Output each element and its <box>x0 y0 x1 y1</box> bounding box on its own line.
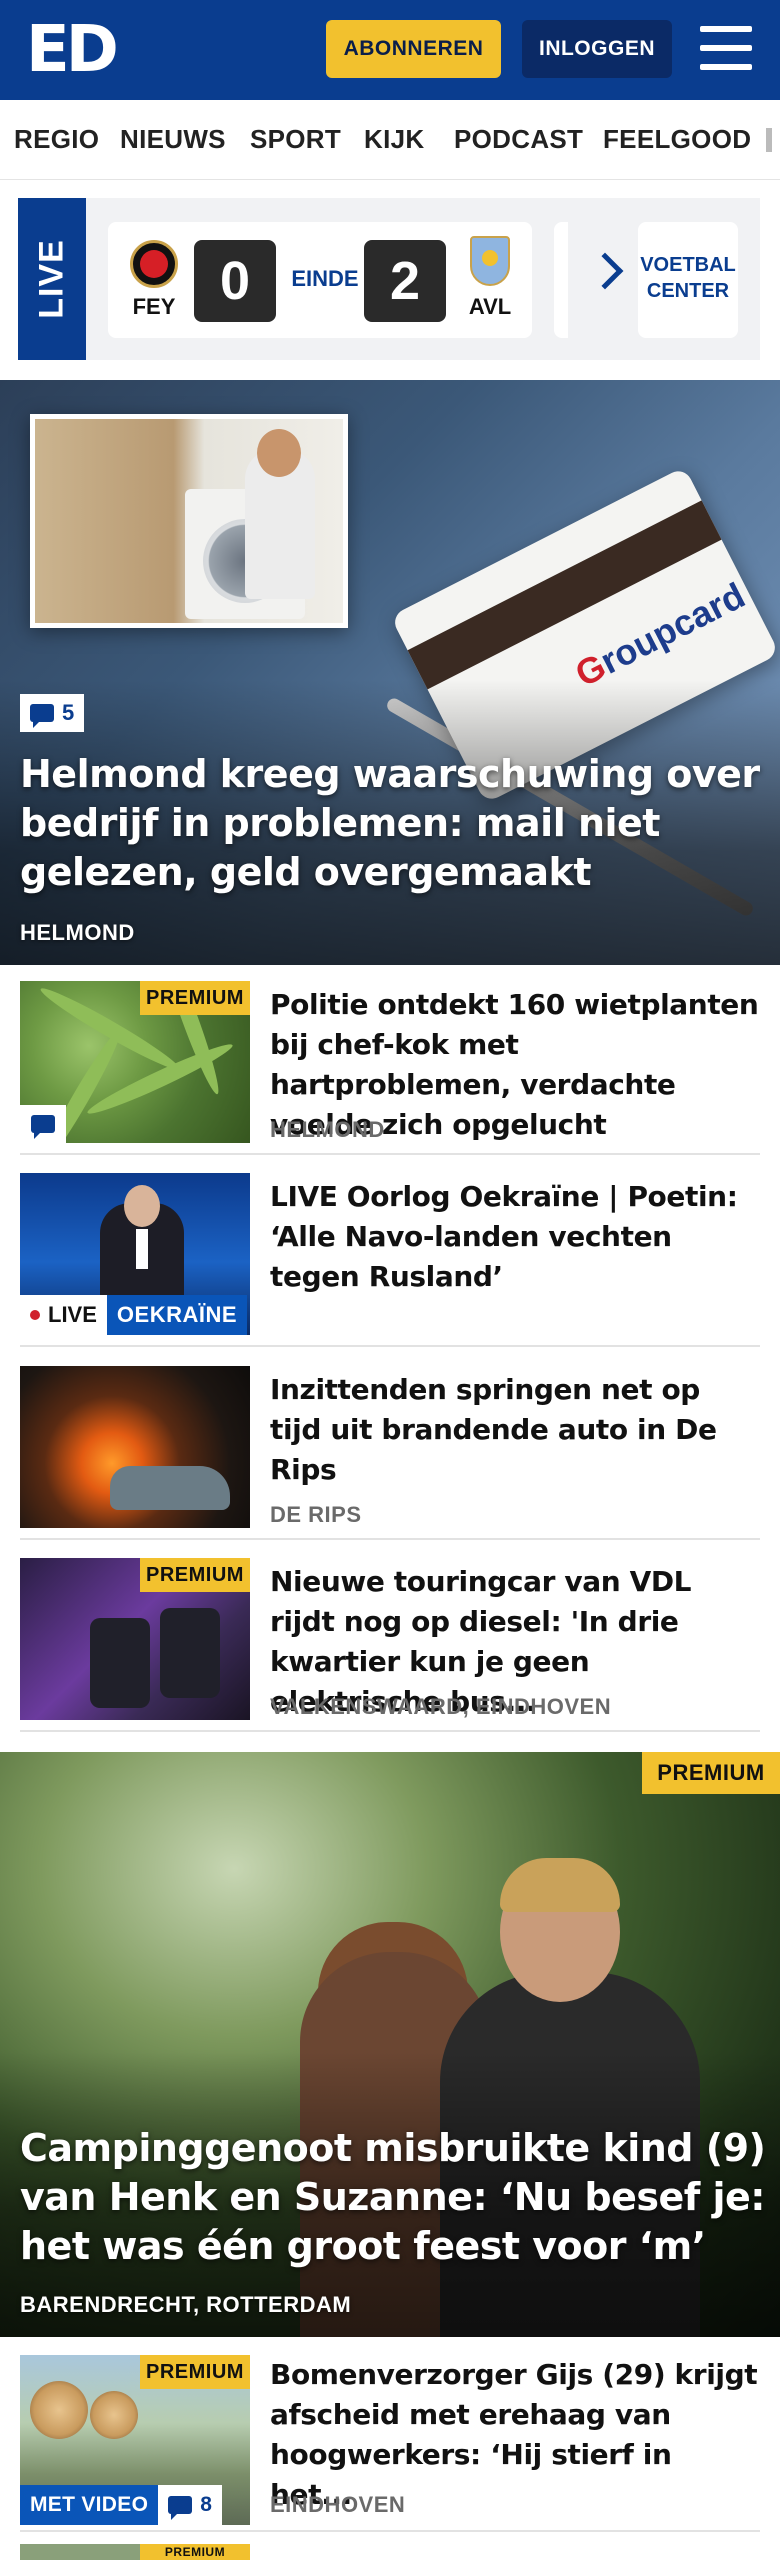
premium-badge: PREMIUM <box>140 1558 250 1592</box>
list-item-partial[interactable]: PREMIUM <box>20 2544 760 2560</box>
match-card[interactable]: FEY 0 EINDE 2 AVL <box>108 222 532 338</box>
home-team-name: FEY <box>132 294 176 319</box>
article-location: HELMOND <box>270 1117 385 1142</box>
nav-item-nieuws[interactable]: NIEUWS <box>120 124 226 155</box>
login-button[interactable]: INLOGGEN <box>522 20 672 78</box>
subscribe-button[interactable]: ABONNEREN <box>326 20 501 78</box>
live-label: LIVE <box>48 1302 97 1327</box>
comment-count-badge[interactable]: 8 <box>158 2485 222 2525</box>
premium-badge: PREMIUM <box>140 981 250 1015</box>
hero-article-barendrecht[interactable]: PREMIUM Campinggenoot misbruikte kind (9… <box>0 1752 780 2337</box>
aston-villa-crest-icon <box>470 236 510 286</box>
list-item[interactable]: PREMIUM Nieuwe touringcar van VDL rijdt … <box>20 1542 760 1732</box>
live-tab-label: LIVE <box>32 239 71 319</box>
comment-bubble-icon <box>168 2496 193 2520</box>
chevron-right-icon[interactable] <box>586 252 624 290</box>
next-match-card-edge[interactable] <box>554 222 568 338</box>
hero-title[interactable]: Helmond kreeg waarschuwing over bedrijf … <box>20 750 760 897</box>
comment-bubble-icon <box>30 704 54 728</box>
away-score: 2 <box>364 240 446 322</box>
video-badge: MET VIDEO 8 <box>20 2485 222 2525</box>
live-tab: LIVE <box>18 198 86 360</box>
nav-overflow-indicator <box>766 128 772 152</box>
site-header: ED ABONNEREN INLOGGEN <box>0 0 780 100</box>
nav-item-podcast[interactable]: PODCAST <box>454 124 583 155</box>
list-item[interactable]: LIVE OEKRAÏNE LIVE Oorlog Oekraïne | Poe… <box>20 1157 760 1347</box>
list-item[interactable]: PREMIUM Politie ontdekt 160 wietplanten … <box>20 965 760 1155</box>
laundry-inset-image <box>30 414 348 628</box>
comment-count: 5 <box>62 700 75 725</box>
article-title[interactable]: LIVE Oorlog Oekraïne | Poetin: ‘Alle Nav… <box>270 1177 760 1297</box>
feyenoord-crest-icon <box>130 240 178 288</box>
weed-plants-thumbnail: PREMIUM <box>20 981 250 1143</box>
list-item[interactable]: PREMIUM MET VIDEO 8 Bomenverzorger Gijs … <box>20 2337 760 2532</box>
premium-badge: PREMIUM <box>140 2544 250 2560</box>
voetbal-center-button[interactable]: VOETBAL CENTER <box>638 222 738 338</box>
article-title[interactable]: Inzittenden springen net op tijd uit bra… <box>270 1370 760 1490</box>
hamburger-icon[interactable] <box>700 26 752 70</box>
comment-icon[interactable] <box>20 1105 66 1143</box>
away-team-name: AVL <box>468 294 512 319</box>
live-score-strip: LIVE FEY 0 EINDE 2 AVL VOETBAL CENTER <box>18 198 760 360</box>
putin-thumbnail: LIVE OEKRAÏNE <box>20 1173 250 1335</box>
article-title[interactable]: Bomenverzorger Gijs (29) krijgt afscheid… <box>270 2355 760 2515</box>
nav-item-regio[interactable]: REGIO <box>14 124 99 155</box>
person-head-shape <box>257 429 301 477</box>
hero-title[interactable]: Campinggenoot misbruikte kind (9) van He… <box>20 2124 770 2271</box>
burning-car-thumbnail <box>20 1366 250 1528</box>
section-nav: REGIO NIEUWS SPORT KIJK PODCAST FEELGOOD <box>0 100 780 180</box>
tree-logs-thumbnail: PREMIUM MET VIDEO 8 <box>20 2355 250 2525</box>
premium-badge: PREMIUM <box>642 1752 780 1794</box>
article-location: DE RIPS <box>270 1502 362 1527</box>
premium-badge: PREMIUM <box>140 2355 250 2389</box>
article-location: EINDHOVEN <box>270 2492 406 2517</box>
site-logo[interactable]: ED <box>26 18 119 82</box>
comment-count: 8 <box>200 2493 212 2516</box>
card-magnetic-stripe <box>407 500 722 690</box>
nav-item-feelgood[interactable]: FEELGOOD <box>603 124 751 155</box>
list-item[interactable]: Inzittenden springen net op tijd uit bra… <box>20 1350 760 1540</box>
article-location: VALKENSWAARD, EINDHOVEN <box>270 1694 612 1719</box>
comment-count-badge[interactable]: 5 <box>20 694 85 732</box>
match-status: EINDE <box>291 266 359 291</box>
home-score: 0 <box>194 240 276 322</box>
nav-item-kijk[interactable]: KIJK <box>364 124 424 155</box>
touringcar-thumbnail: PREMIUM <box>20 1558 250 1720</box>
hero-location: BARENDRECHT, ROTTERDAM <box>20 2292 352 2317</box>
hero-location: HELMOND <box>20 920 135 945</box>
topic-label: OEKRAÏNE <box>106 1295 248 1335</box>
live-dot-icon <box>30 1310 40 1320</box>
live-topic-badge: LIVE OEKRAÏNE <box>20 1295 248 1335</box>
nav-item-sport[interactable]: SPORT <box>250 124 341 155</box>
hero-article-helmond[interactable]: Groupcard 5 Helmond kreeg waarschuwing o… <box>0 380 780 965</box>
video-label: MET VIDEO <box>20 2485 159 2525</box>
